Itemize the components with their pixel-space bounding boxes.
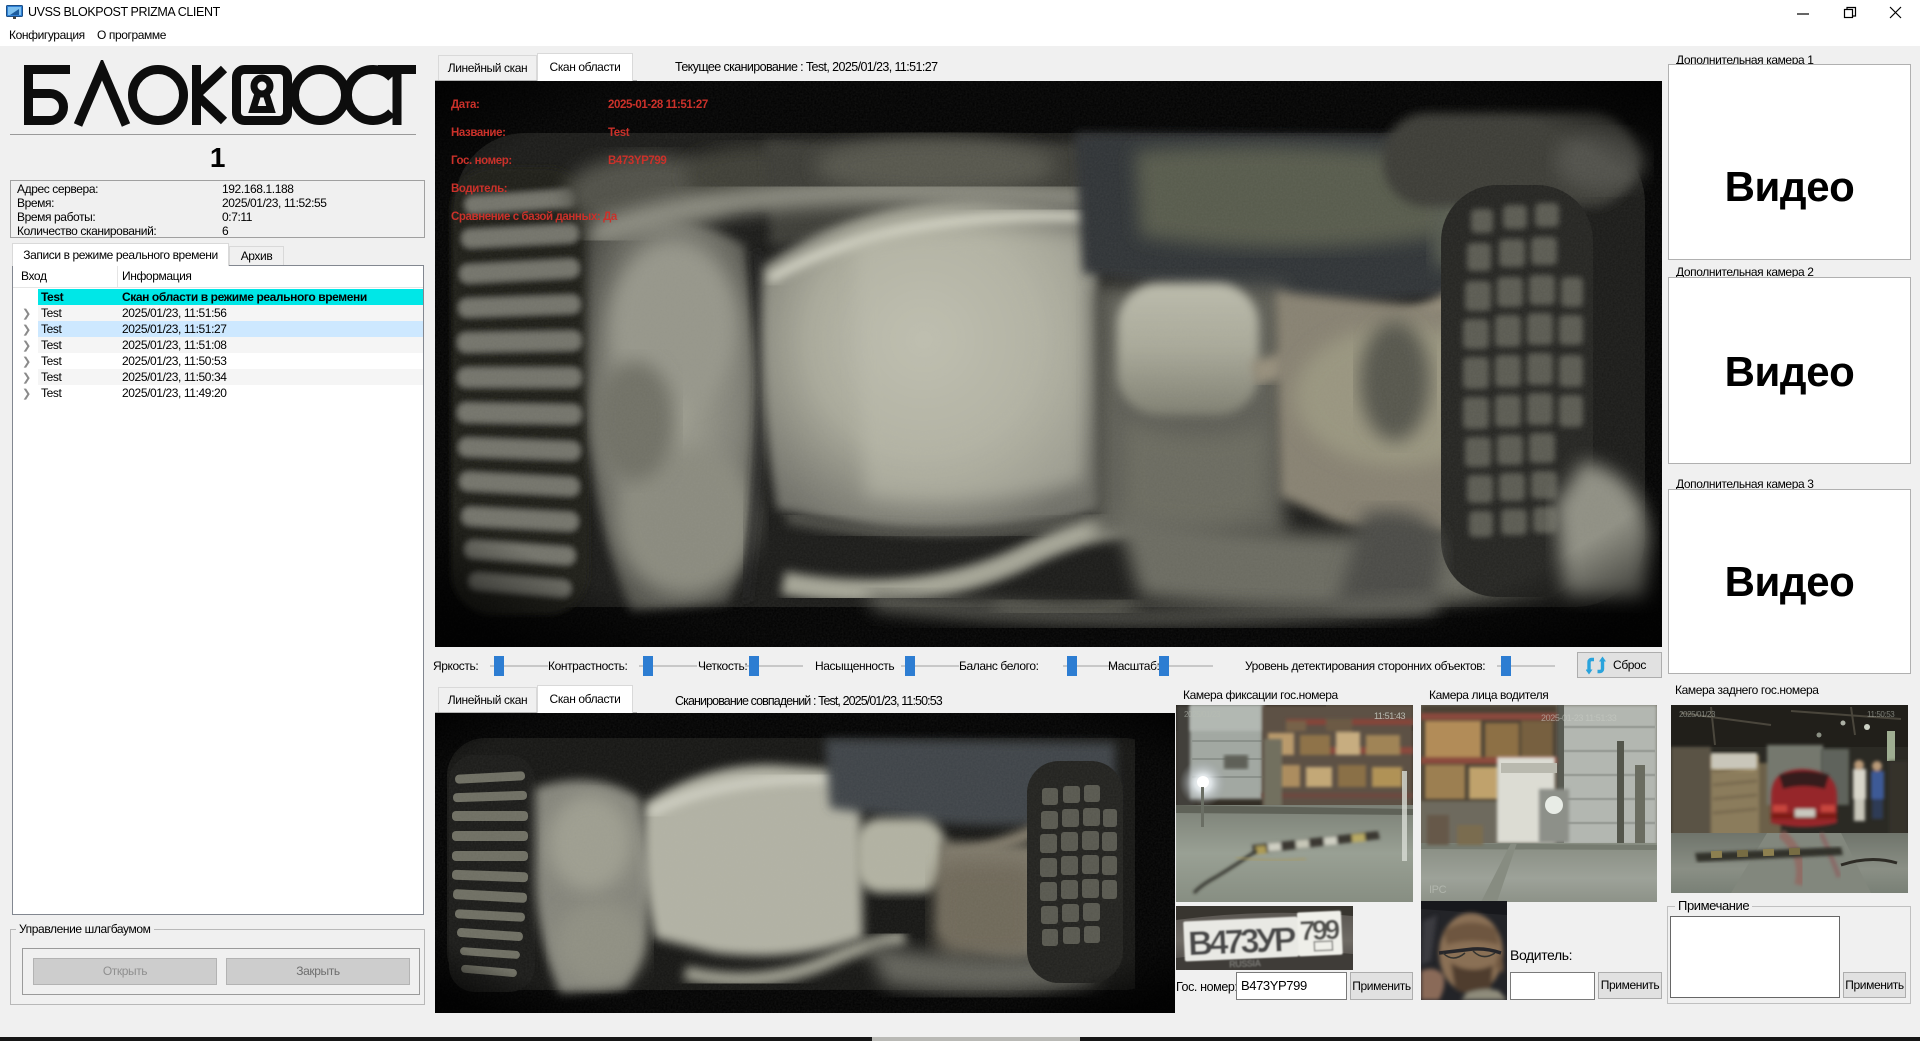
svg-text:IPC: IPC (1429, 884, 1447, 896)
svg-text:11:50:53: 11:50:53 (1867, 710, 1895, 719)
svg-text:В473УР: В473УР (1187, 921, 1297, 964)
svg-text:RUSSIA: RUSSIA (1229, 958, 1262, 969)
svg-text:2025/01/23: 2025/01/23 (1184, 710, 1221, 719)
svg-text:2025-01-23 11:51:33: 2025-01-23 11:51:33 (1541, 713, 1617, 723)
svg-text:2025/01/23: 2025/01/23 (1679, 710, 1716, 719)
svg-text:11:51:43: 11:51:43 (1374, 711, 1406, 721)
